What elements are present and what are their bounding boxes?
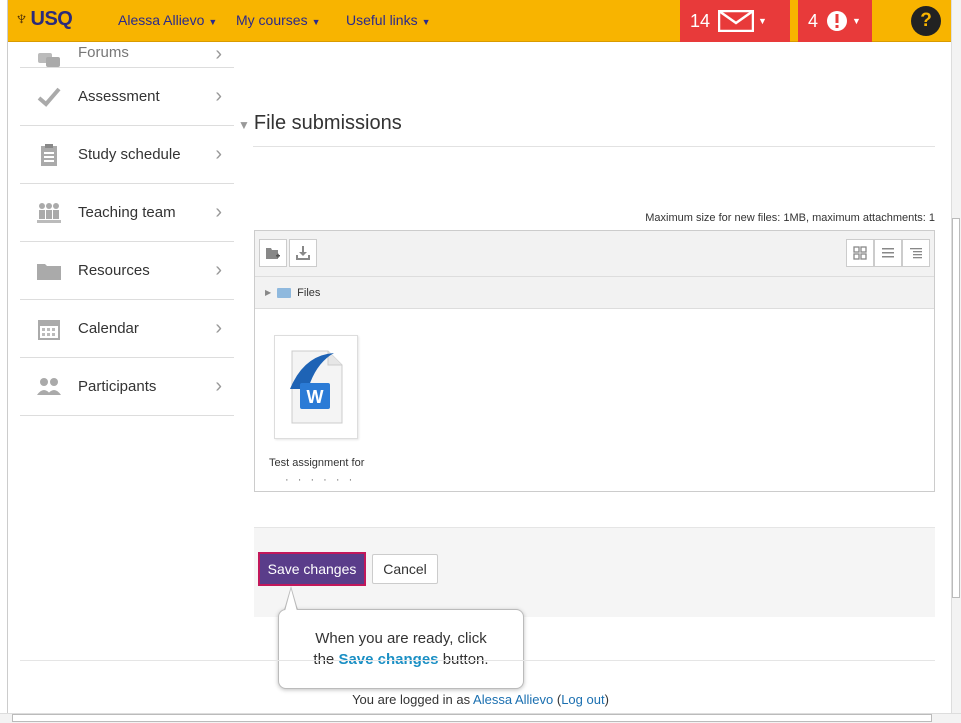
file-manager: ▶ Files W Test assignment for · · · · · … <box>254 230 935 492</box>
forums-icon <box>36 46 62 68</box>
sidebar-item-label: Participants <box>78 378 157 395</box>
tree-view-icon <box>910 248 922 259</box>
help-icon[interactable]: ? <box>911 6 941 36</box>
file-name[interactable]: Test assignment for <box>269 457 364 469</box>
grid-view-icon <box>853 246 867 260</box>
caret-down-icon: ▼ <box>852 16 861 26</box>
max-size-note: Maximum size for new files: 1MB, maximum… <box>645 212 935 224</box>
sidebar-item-calendar[interactable]: Calendar › <box>20 300 234 358</box>
sidebar-item-forums[interactable]: Forums › <box>20 42 234 68</box>
top-navbar: ♆ USQ Alessa Allievo ▼ My courses ▼ Useful … <box>8 0 953 42</box>
logout-link[interactable]: Log out <box>561 692 604 707</box>
file-list-area: W Test assignment for · · · · · · <box>255 309 934 491</box>
path-files-link[interactable]: Files <box>297 287 320 299</box>
sidebar-item-teaching-team[interactable]: Teaching team › <box>20 184 234 242</box>
envelope-icon <box>718 10 755 32</box>
tooltip-pointer-fill <box>285 589 297 611</box>
sidebar-item-label: Study schedule <box>78 146 181 163</box>
sidebar-item-assessment[interactable]: Assessment › <box>20 68 234 126</box>
svg-text:W: W <box>307 387 324 407</box>
horizontal-scrollbar[interactable] <box>0 713 961 723</box>
sidebar-item-label: Assessment <box>78 88 160 105</box>
view-list-button[interactable] <box>874 239 902 267</box>
download-button[interactable] <box>289 239 317 267</box>
my-courses-menu[interactable]: My courses ▼ <box>236 12 321 28</box>
footer-divider <box>20 660 935 661</box>
file-item[interactable]: W <box>274 335 358 439</box>
guide-tooltip: When you are ready, click the Save chang… <box>278 609 524 689</box>
useful-links-menu[interactable]: Useful links ▼ <box>346 12 431 28</box>
usq-logo[interactable]: ♆ USQ <box>14 8 73 31</box>
alert-icon <box>827 11 848 31</box>
file-manager-toolbar <box>255 231 934 277</box>
chevron-right-icon: › <box>215 201 222 223</box>
expand-triangle-icon[interactable]: ▶ <box>265 288 271 297</box>
add-folder-icon <box>266 248 280 259</box>
sidebar-item-resources[interactable]: Resources › <box>20 242 234 300</box>
cancel-button[interactable]: Cancel <box>372 554 438 584</box>
list-view-icon <box>882 248 894 258</box>
calendar-icon <box>36 316 62 342</box>
save-changes-button[interactable]: Save changes <box>258 552 366 586</box>
section-divider <box>253 146 935 147</box>
chevron-right-icon: › <box>215 43 222 65</box>
sidebar-item-label: Teaching team <box>78 204 176 221</box>
file-submissions-heading[interactable]: ▼ File submissions <box>238 112 402 135</box>
people-icon <box>36 374 62 400</box>
breadcrumb: ▶ Files <box>255 277 934 309</box>
sidebar-item-study-schedule[interactable]: Study schedule › <box>20 126 234 184</box>
file-name-truncated: · · · · · · <box>285 474 356 486</box>
caret-down-icon: ▼ <box>758 16 767 26</box>
folder-icon <box>36 258 62 284</box>
vertical-scroll-thumb[interactable] <box>952 218 960 598</box>
caret-down-icon: ▼ <box>311 17 321 27</box>
sidebar-item-participants[interactable]: Participants › <box>20 358 234 416</box>
chevron-right-icon: › <box>215 317 222 339</box>
messages-badge[interactable]: 14 ▼ <box>680 0 790 42</box>
view-icons-button[interactable] <box>846 239 874 267</box>
alerts-badge[interactable]: 4 ▼ <box>798 0 872 42</box>
team-icon <box>36 200 62 226</box>
chevron-right-icon: › <box>215 85 222 107</box>
login-info: You are logged in as Alessa Allievo (Log… <box>352 692 609 707</box>
sidebar-item-label: Resources <box>78 262 150 279</box>
download-icon <box>296 246 310 260</box>
course-sidebar: Forums › Assessment › Study schedule › T… <box>20 42 234 416</box>
view-tree-button[interactable] <box>902 239 930 267</box>
word-document-icon: W <box>290 350 343 424</box>
chevron-right-icon: › <box>215 143 222 165</box>
caret-down-icon: ▼ <box>208 17 218 27</box>
user-profile-link[interactable]: Alessa Allievo <box>473 692 553 707</box>
window-left-edge <box>0 0 8 723</box>
chevron-right-icon: › <box>215 375 222 397</box>
sidebar-item-label: Forums <box>78 44 129 61</box>
chevron-right-icon: › <box>215 259 222 281</box>
clipboard-icon <box>36 142 62 168</box>
caret-down-icon: ▼ <box>421 17 431 27</box>
form-actions: Save changes Cancel <box>254 527 935 617</box>
user-menu[interactable]: Alessa Allievo ▼ <box>118 12 217 28</box>
horizontal-scroll-thumb[interactable] <box>12 714 932 722</box>
collapse-triangle-icon: ▼ <box>238 118 250 132</box>
add-file-button[interactable] <box>259 239 287 267</box>
check-icon <box>36 84 62 110</box>
sidebar-item-label: Calendar <box>78 320 139 337</box>
folder-icon <box>277 287 292 298</box>
tooltip-line-1: When you are ready, click <box>315 630 487 647</box>
vertical-scrollbar[interactable] <box>951 0 961 723</box>
